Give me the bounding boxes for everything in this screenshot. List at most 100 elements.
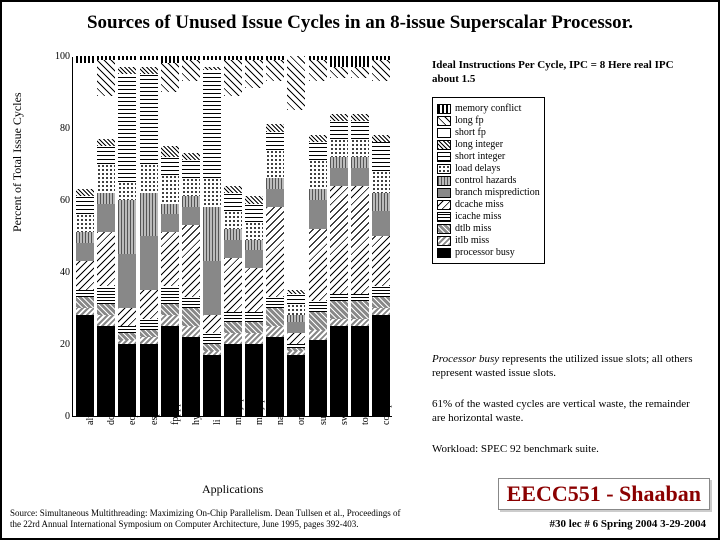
bar-segment [97, 139, 115, 146]
bar-segment [266, 81, 284, 124]
bar-segment [266, 207, 284, 297]
bar-segment [118, 333, 136, 340]
bar-segment [140, 337, 158, 344]
bar-segment [287, 322, 305, 333]
bar [97, 56, 115, 416]
bar-segment [351, 157, 369, 168]
page-title: Sources of Unused Issue Cycles in an 8-i… [2, 2, 718, 39]
bar-segment [76, 56, 94, 63]
bar-segment [161, 92, 179, 146]
y-axis-label: Percent of Total Issue Cycles [10, 92, 25, 232]
bar-segment [224, 56, 242, 60]
caption-waste: 61% of the wasted cycles are vertical wa… [432, 397, 697, 426]
bar [266, 56, 284, 416]
bar-segment [76, 196, 94, 214]
bar-segment [372, 56, 390, 60]
bar-segment [224, 186, 242, 193]
bar-segment [203, 56, 221, 60]
legend-label: long integer [455, 139, 503, 150]
bar-segment [118, 308, 136, 326]
source-citation: Source: Simultaneous Multithreading: Max… [10, 508, 410, 530]
bar-segment [224, 240, 242, 258]
bar-segment [97, 96, 115, 139]
bar-segment [224, 96, 242, 186]
bar-segment [203, 261, 221, 315]
bar-segment [224, 193, 242, 211]
bar-segment [118, 326, 136, 333]
bar [351, 56, 369, 416]
bar-segment [287, 290, 305, 294]
y-tick: 0 [52, 411, 70, 422]
bar-segment [97, 232, 115, 286]
bar-segment [351, 294, 369, 301]
bar-segment [118, 56, 136, 60]
bar-segment [245, 60, 263, 89]
bar [76, 56, 94, 416]
legend-item: short fp [437, 127, 540, 138]
legend-item: dtlb miss [437, 223, 540, 234]
bar-segment [330, 168, 348, 186]
legend-item: load delays [437, 163, 540, 174]
x-tick: eqntott [127, 397, 138, 425]
bar-segment [203, 67, 221, 71]
bar-segment [245, 222, 263, 240]
caption-workload: Workload: SPEC 92 benchmark suite. [432, 442, 697, 456]
y-tick: 60 [52, 195, 70, 206]
bar-segment [224, 333, 242, 344]
bar [140, 56, 158, 416]
bar-segment [76, 243, 94, 261]
legend-swatch [437, 164, 451, 174]
bar-segment [76, 290, 94, 297]
bar-segment [351, 168, 369, 186]
bar-segment [76, 214, 94, 232]
bar-segment [372, 211, 390, 236]
bar-segment [203, 333, 221, 344]
bar-segment [97, 60, 115, 96]
bar-segment [97, 315, 115, 326]
bar-segment [161, 232, 179, 286]
bar [203, 56, 221, 416]
bar-segment [266, 60, 284, 82]
legend-swatch [437, 248, 451, 258]
bar-segment [161, 204, 179, 215]
bar-segment [182, 81, 200, 153]
bar-segment [245, 268, 263, 311]
bar-segment [266, 132, 284, 150]
x-tick: swm [339, 406, 350, 425]
bar-segment [97, 304, 115, 315]
bar-segment [372, 142, 390, 171]
course-badge: EECC551 - Shaaban [498, 478, 710, 510]
bar [224, 56, 242, 416]
x-tick: tomcatv [360, 393, 371, 425]
x-axis-label: Applications [202, 482, 263, 497]
bar-segment [161, 63, 179, 92]
x-tick: alvinn [85, 400, 96, 425]
bar-segment [203, 355, 221, 416]
legend-swatch [437, 212, 451, 222]
legend-swatch [437, 224, 451, 234]
bar-segment [118, 60, 136, 67]
legend-label: itlb miss [455, 235, 489, 246]
bar [182, 56, 200, 416]
bar-segment [330, 301, 348, 319]
bar-segment [330, 139, 348, 157]
bar-segment [118, 340, 136, 344]
bar-segment [224, 229, 242, 240]
bar-segment [76, 189, 94, 196]
bar-segment [224, 211, 242, 229]
legend-swatch [437, 176, 451, 186]
x-tick: su2cor [318, 398, 329, 425]
legend-label: long fp [455, 115, 484, 126]
bar-segment [351, 114, 369, 121]
bar-segment [224, 258, 242, 312]
bar-segment [161, 304, 179, 315]
bar-segment [351, 186, 369, 294]
bar-segment [245, 333, 263, 344]
bar-segment [287, 110, 305, 290]
bar-segment [118, 254, 136, 308]
bar-segment [266, 150, 284, 179]
bar-segment [287, 304, 305, 315]
bar-segment [97, 204, 115, 233]
bar-segment [76, 261, 94, 290]
x-tick: doduc [106, 401, 117, 425]
